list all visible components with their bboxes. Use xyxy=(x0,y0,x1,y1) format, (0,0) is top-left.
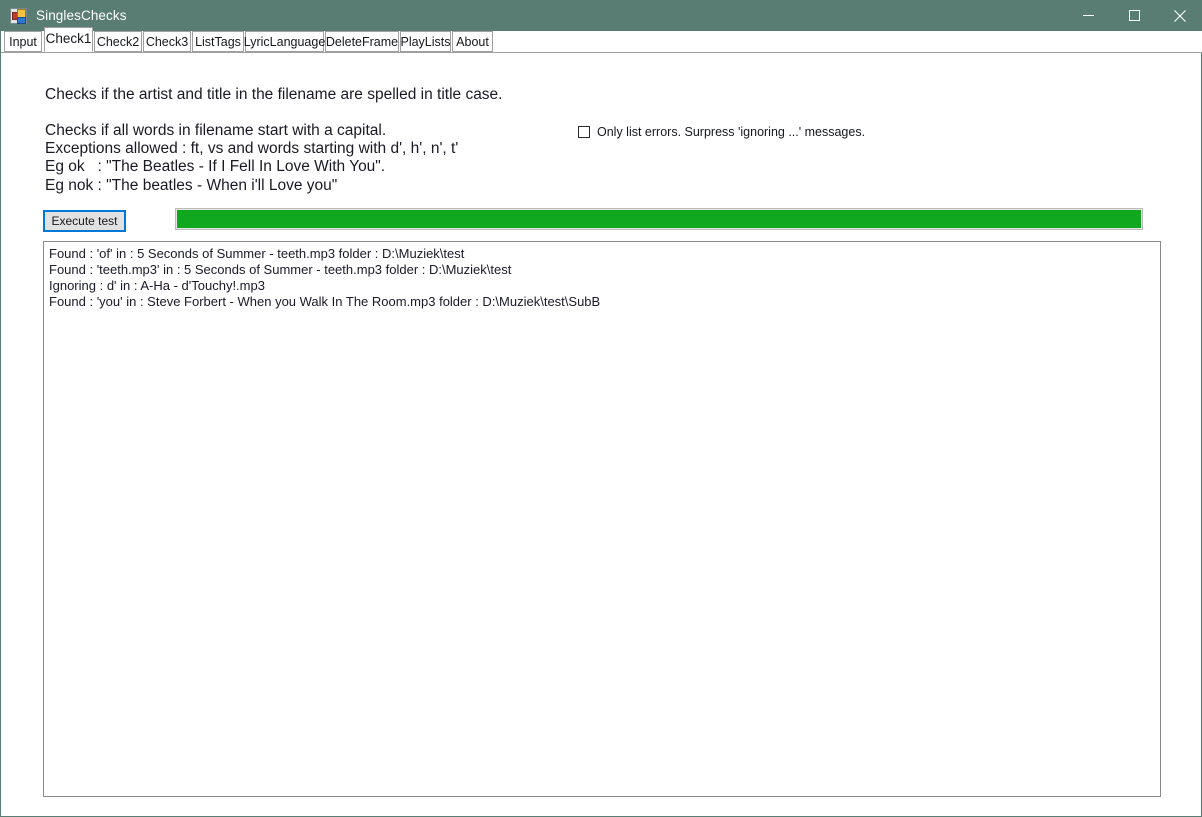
app-icon-blue-square xyxy=(17,16,26,24)
tab-deleteframe[interactable]: DeleteFrame xyxy=(325,31,399,52)
progress-bar xyxy=(175,208,1143,230)
maximize-icon xyxy=(1128,10,1140,21)
window-title: SinglesChecks xyxy=(36,8,127,23)
close-button[interactable] xyxy=(1157,0,1202,31)
list-item: Found : 'teeth.mp3' in : 5 Seconds of Su… xyxy=(49,262,512,277)
list-item: Found : 'you' in : Steve Forbert - When … xyxy=(49,294,601,309)
close-icon xyxy=(1174,9,1186,22)
progress-bar-fill xyxy=(177,210,1141,228)
checkbox-box-icon xyxy=(578,126,590,138)
description-details: Checks if all words in filename start wi… xyxy=(45,122,459,194)
tab-check2[interactable]: Check2 xyxy=(94,31,142,52)
list-item: Ignoring : d' in : A-Ha - d'Touchy!.mp3 xyxy=(49,278,265,293)
maximize-button[interactable] xyxy=(1111,0,1157,31)
list-item: Found : 'of' in : 5 Seconds of Summer - … xyxy=(49,246,465,261)
minimize-button[interactable] xyxy=(1065,0,1111,31)
results-list[interactable]: Found : 'of' in : 5 Seconds of Summer - … xyxy=(43,241,1161,797)
tab-playlists[interactable]: PlayLists xyxy=(400,31,451,52)
title-bar: SinglesChecks xyxy=(1,0,1202,31)
minimize-icon xyxy=(1082,15,1094,16)
tab-check3[interactable]: Check3 xyxy=(143,31,191,52)
execute-test-button[interactable]: Execute test xyxy=(43,210,126,232)
tab-check1[interactable]: Check1 xyxy=(44,27,93,52)
tab-about[interactable]: About xyxy=(452,31,493,52)
description-summary: Checks if the artist and title in the fi… xyxy=(45,86,503,103)
tab-input[interactable]: Input xyxy=(4,31,42,52)
app-form-icon xyxy=(10,7,27,24)
application-window: SinglesChecks Input Check1 Check2 Check3… xyxy=(0,0,1202,817)
only-list-errors-label: Only list errors. Surpress 'ignoring ...… xyxy=(597,125,866,139)
tab-listtags[interactable]: ListTags xyxy=(192,31,244,52)
only-list-errors-checkbox[interactable]: Only list errors. Surpress 'ignoring ...… xyxy=(578,125,865,139)
tab-page-check1: Checks if the artist and title in the fi… xyxy=(1,53,1201,815)
tab-lyriclanguage[interactable]: LyricLanguage xyxy=(244,31,325,52)
tab-bar: Input Check1 Check2 Check3 ListTags Lyri… xyxy=(1,27,1202,53)
